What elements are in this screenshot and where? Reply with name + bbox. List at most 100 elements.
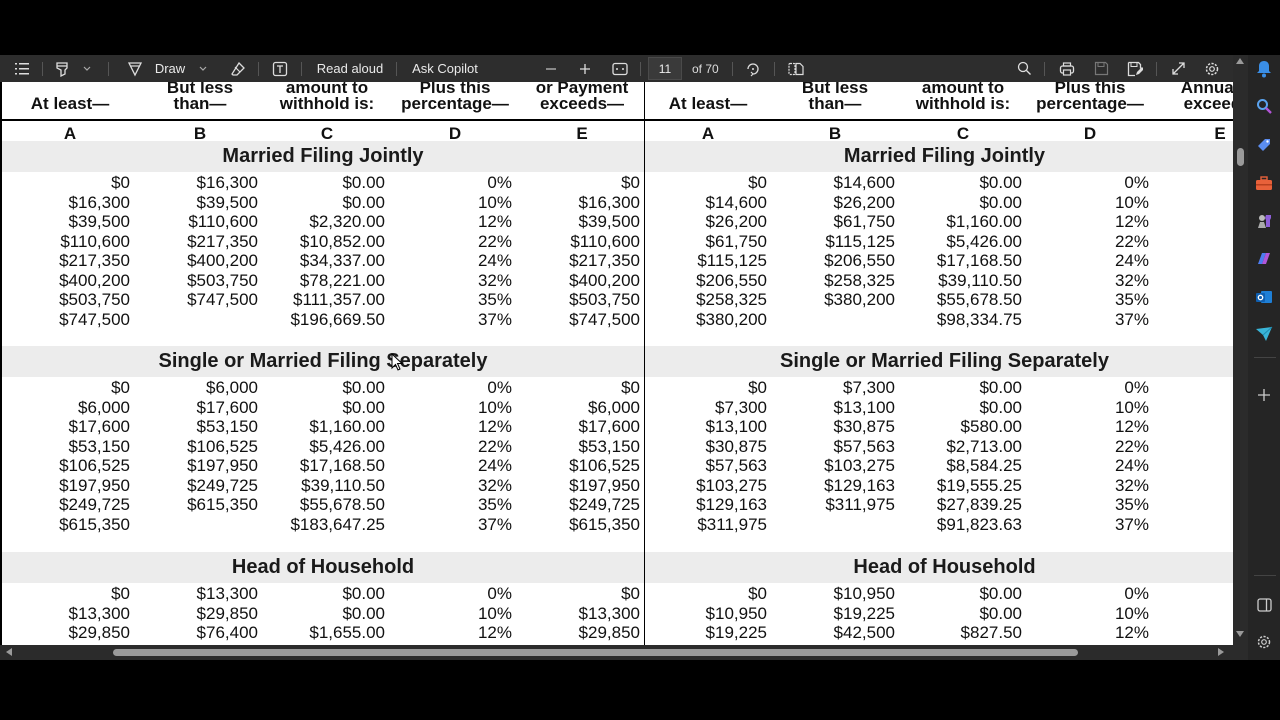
erase-button[interactable]	[227, 55, 249, 82]
toolbar-divider	[108, 62, 109, 76]
table-cell: $26,200	[705, 212, 767, 231]
toolbar-divider	[396, 62, 397, 76]
send-button[interactable]	[1254, 324, 1274, 344]
table-cell: $10,950	[705, 603, 767, 623]
draw-icon-button[interactable]	[124, 55, 146, 82]
notifications-button[interactable]	[1254, 59, 1274, 79]
page-number-input[interactable]: 11	[648, 57, 682, 80]
horizontal-scrollbar[interactable]	[0, 645, 1233, 660]
table-cell: $206,550	[696, 270, 767, 290]
table-cell: $0.00	[979, 397, 1022, 417]
table-cell: $249,725	[59, 495, 130, 514]
draw-label: Draw	[154, 61, 186, 76]
table-cell: 22%	[1114, 231, 1149, 251]
table-cell: $249,725	[569, 495, 640, 514]
rotate-button[interactable]	[742, 55, 764, 82]
sidebar-search-button[interactable]	[1254, 96, 1274, 116]
add-sidebar-app-button[interactable]	[1254, 385, 1274, 405]
table-cell: $1,160.00	[309, 417, 385, 436]
toolbar-divider	[732, 62, 733, 76]
table-cell: $17,600	[68, 417, 130, 436]
table-cell: $311,975	[697, 514, 767, 534]
outlook-button[interactable]	[1254, 287, 1274, 307]
scroll-down-arrow[interactable]	[1236, 631, 1244, 637]
add-text-button[interactable]	[269, 55, 291, 82]
search-button[interactable]	[1013, 55, 1035, 82]
table-cell: $103,275	[696, 475, 767, 495]
save-as-button[interactable]	[1124, 55, 1146, 82]
settings-button[interactable]	[1201, 55, 1223, 82]
document-viewport[interactable]: At least— A But less than— Bamount to withhol…	[0, 82, 1233, 645]
zoom-out-button[interactable]	[541, 55, 561, 82]
text-icon	[272, 61, 288, 76]
table-cell: $30,875	[705, 436, 767, 456]
read-aloud-button[interactable]: Read aloud	[312, 55, 388, 82]
table-cell: $115,125	[697, 251, 767, 270]
table-cell: $17,600	[196, 397, 258, 417]
highlight-dropdown[interactable]	[80, 55, 94, 82]
highlight-button[interactable]	[52, 55, 72, 82]
shopping-tag-icon	[1258, 139, 1270, 151]
table-cell: 32%	[1114, 270, 1149, 290]
scroll-up-arrow[interactable]	[1236, 58, 1244, 64]
page-view-button[interactable]	[785, 55, 807, 82]
draw-button[interactable]: Draw	[152, 55, 188, 82]
table-cell: $29,850	[196, 603, 258, 623]
fit-page-button[interactable]	[609, 55, 631, 82]
games-button[interactable]	[1254, 211, 1274, 231]
fullscreen-button[interactable]	[1167, 55, 1189, 82]
table-cell: $129,163	[824, 475, 895, 495]
table-cell: $196,669.50	[290, 309, 385, 329]
horizontal-scroll-thumb[interactable]	[113, 649, 1078, 656]
table-cell: $29,850	[68, 623, 130, 642]
table-cell: $747,500	[569, 309, 640, 329]
table-cell: $91,823.63	[936, 514, 1022, 534]
chevron-down-icon	[83, 66, 91, 71]
ask-copilot-button[interactable]: Ask Copilot	[407, 55, 483, 82]
tools-button[interactable]	[1254, 173, 1274, 193]
table-cell: $30,875	[833, 417, 895, 436]
table-cell: $0.00	[342, 192, 385, 212]
table-cell: 12%	[477, 623, 512, 642]
table-cell: $17,168.50	[299, 456, 385, 475]
contents-button[interactable]	[10, 55, 34, 82]
table-cell: $249,725	[187, 475, 258, 495]
table-cell: $27,839.25	[936, 495, 1022, 514]
table-cell: $217,350	[569, 251, 640, 270]
table-cell: $13,100	[705, 417, 767, 436]
column-header-bottom-line: exceeds-	[1183, 94, 1233, 113]
table-cell: 37%	[477, 514, 512, 534]
vertical-scroll-thumb[interactable]	[1237, 148, 1244, 166]
table-cell: 32%	[477, 475, 512, 495]
table-cell: 24%	[477, 456, 512, 475]
table-cell: $7,300	[715, 397, 767, 417]
table-cell: $0	[111, 584, 130, 603]
table-cell: $0	[111, 173, 130, 192]
toolbar-divider	[1156, 62, 1157, 76]
table-left-half: At least— A But less than— Bamount to withhol…	[0, 82, 644, 645]
save-button[interactable]	[1090, 55, 1112, 82]
scroll-right-arrow[interactable]	[1218, 648, 1224, 656]
zoom-out-icon	[546, 67, 556, 70]
outlook-icon	[1256, 291, 1272, 303]
table-cell: $13,300	[68, 603, 130, 623]
draw-dropdown[interactable]	[196, 55, 210, 82]
table-cell: 32%	[1114, 475, 1149, 495]
table-cell: $0.00	[979, 378, 1022, 397]
table-cell: 32%	[477, 270, 512, 290]
sidebar-settings-button[interactable]	[1254, 632, 1274, 652]
copilot-button[interactable]	[1254, 249, 1274, 269]
scroll-left-arrow[interactable]	[6, 648, 12, 656]
vertical-scrollbar[interactable]	[1233, 55, 1248, 645]
notifications-icon	[1257, 61, 1271, 78]
table-cell: $57,563	[833, 436, 895, 456]
split-screen-button[interactable]	[1254, 595, 1274, 615]
table-cell: $53,150	[68, 436, 130, 456]
table-cell: $258,325	[696, 290, 767, 309]
zoom-in-button[interactable]	[575, 55, 595, 82]
page-view-icon	[788, 62, 804, 75]
section-title: Head of Household	[645, 552, 1233, 583]
shopping-button[interactable]	[1254, 135, 1274, 155]
print-button[interactable]	[1056, 55, 1078, 82]
table-cell: $217,350	[187, 231, 258, 251]
